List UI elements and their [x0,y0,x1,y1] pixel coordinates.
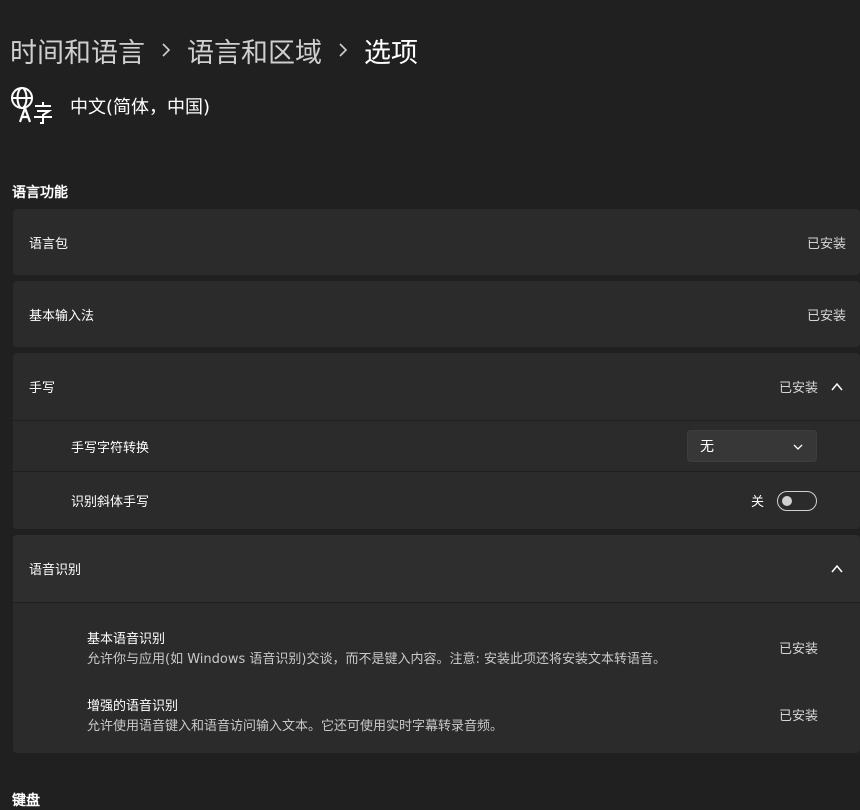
dropdown-selected-value: 无 [700,439,714,455]
language-globe-icon [10,86,54,126]
enhanced-speech-status: 已安装 [778,709,818,724]
enhanced-speech-title: 增强的语音识别 [87,699,179,714]
handwriting-status: 已安装 [778,381,818,396]
handwriting-card: 手写 已安装 手写字符转换 无 识别斜体手写 关 [13,353,860,529]
chevron-up-icon[interactable] [830,380,844,394]
language-name: 中文(简体，中国) [70,97,211,118]
basic-typing-status: 已安装 [806,308,846,324]
speech-recognition-header[interactable]: 语音识别 [13,535,860,602]
chevron-right-icon [161,43,171,57]
speech-recognition-card: 语音识别 基本语音识别 允许你与应用(如 Windows 语音识别)交谈，而不是… [13,535,860,753]
italic-handwriting-label: 识别斜体手写 [71,495,150,510]
basic-typing-row: 基本输入法 已安装 [13,281,860,347]
basic-speech-status: 已安装 [778,642,818,657]
toggle-knob [782,496,792,506]
chevron-right-icon [338,43,348,57]
language-header: 中文(简体，中国) [10,86,210,126]
breadcrumb: 时间和语言 语言和区域 选项 [10,28,418,72]
breadcrumb-time-language[interactable]: 时间和语言 [10,31,145,70]
basic-speech-desc: 允许你与应用(如 Windows 语音识别)交谈，而不是键入内容。注意: 安装此… [87,652,666,667]
language-pack-row: 语言包 已安装 [13,209,860,275]
breadcrumb-language-region[interactable]: 语言和区域 [187,31,322,70]
language-pack-status: 已安装 [806,236,846,252]
speech-recognition-label: 语音识别 [29,563,82,578]
italic-handwriting-row: 识别斜体手写 关 [13,472,860,529]
handwriting-label: 手写 [29,381,56,396]
basic-speech-title: 基本语音识别 [87,632,166,647]
section-title-language-features: 语言功能 [12,185,68,201]
page-title: 选项 [364,37,418,69]
italic-handwriting-toggle[interactable] [777,491,817,511]
handwriting-conversion-label: 手写字符转换 [71,440,150,456]
toggle-state-label: 关 [751,495,765,510]
basic-typing-label: 基本输入法 [29,308,95,324]
handwriting-conversion-row: 手写字符转换 无 [13,421,860,471]
divider [13,602,860,603]
enhanced-speech-desc: 允许使用语音键入和语音访问输入文本。它还可使用实时字幕转录音频。 [87,719,504,734]
handwriting-conversion-dropdown[interactable]: 无 [687,430,817,462]
handwriting-header[interactable]: 手写 已安装 [13,353,860,420]
chevron-up-icon[interactable] [830,562,844,576]
chevron-down-icon [793,444,803,450]
section-title-keyboard: 键盘 [12,793,40,809]
language-pack-label: 语言包 [29,236,69,252]
